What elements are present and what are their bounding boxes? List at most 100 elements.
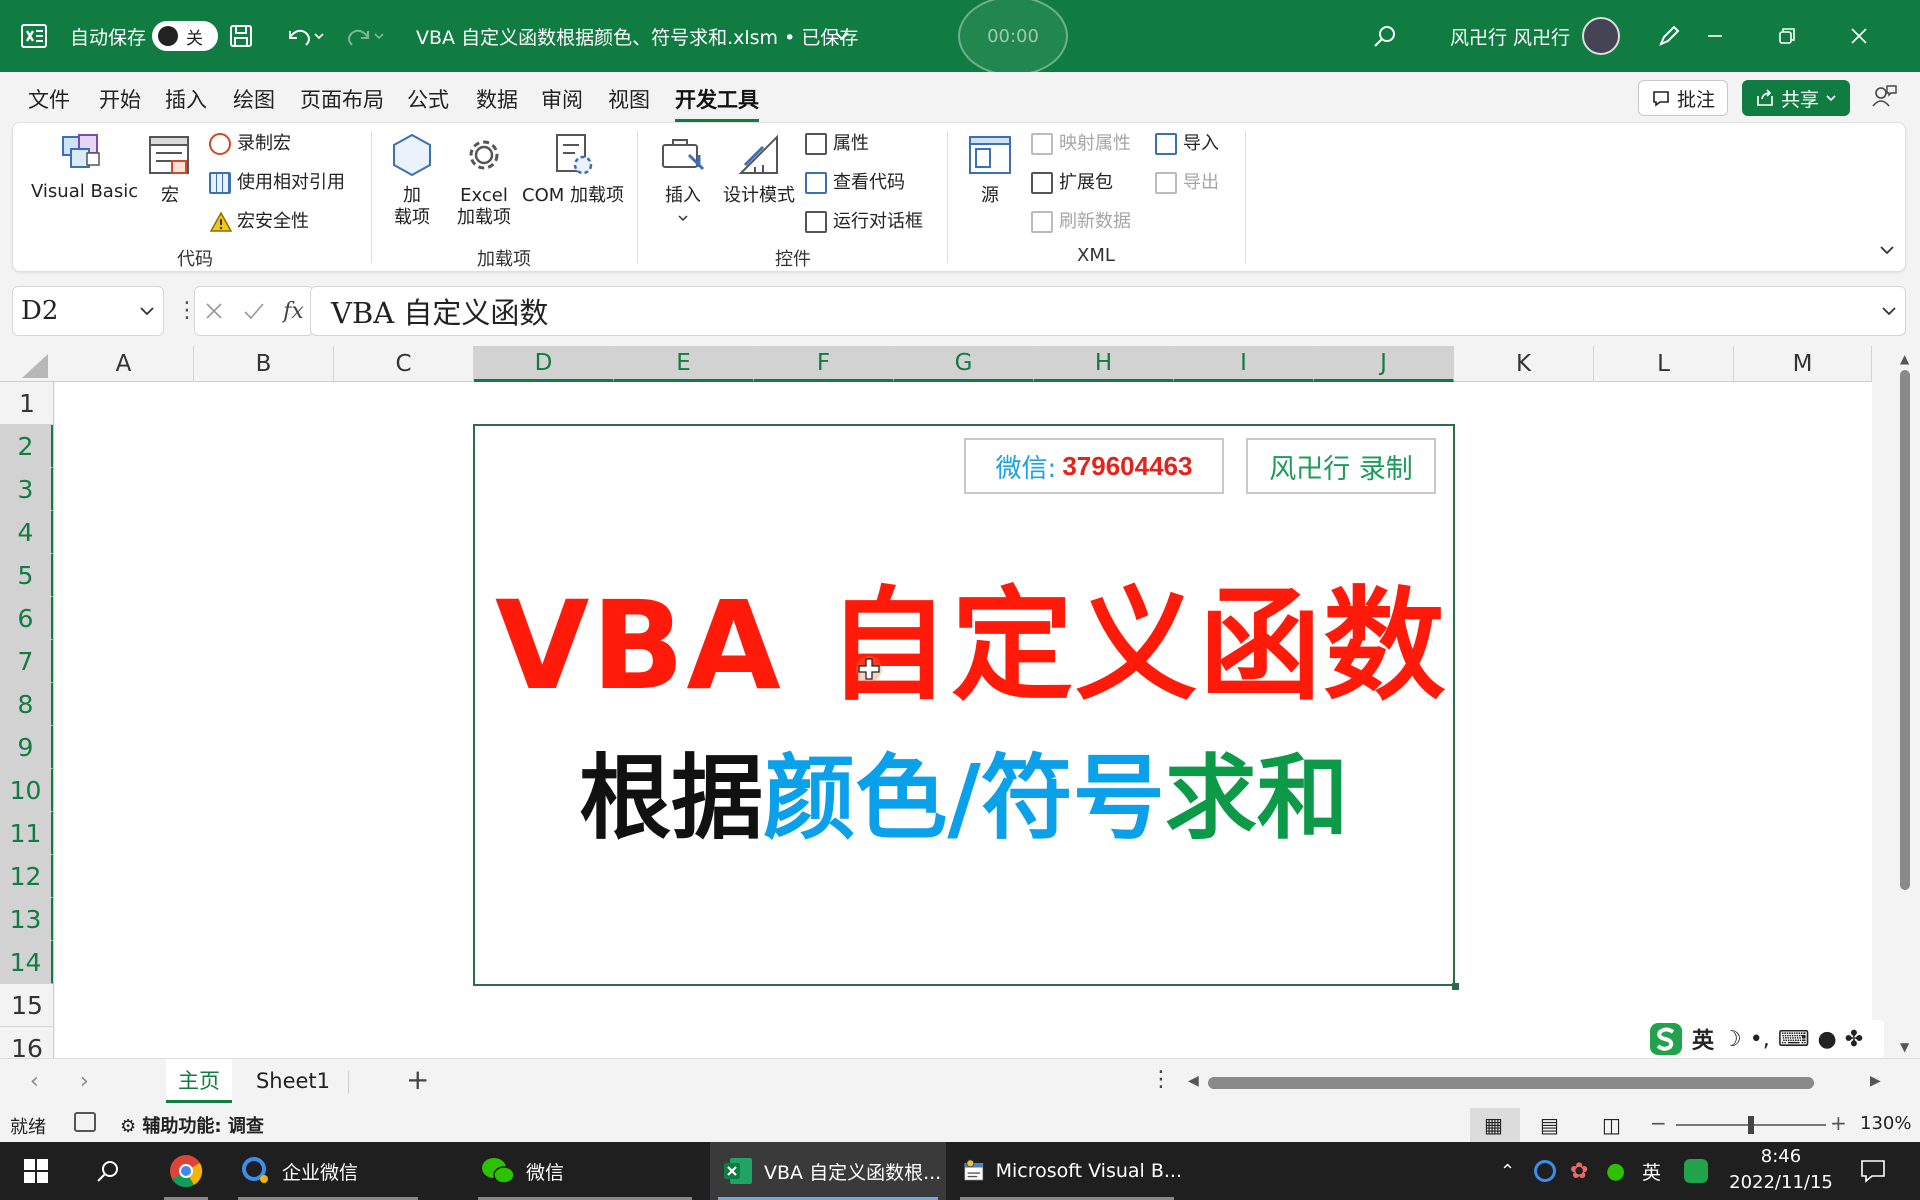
formula-input[interactable]: VBA 自定义函数 — [310, 286, 1906, 336]
map-properties-button[interactable]: 映射属性 — [1031, 133, 1131, 155]
horizontal-scroll-thumb[interactable] — [1208, 1077, 1814, 1089]
tab-view[interactable]: 视图 — [608, 84, 650, 114]
title-card[interactable]: 微信: 379604463 风卍行 录制 VBA 自定义函数 根据颜色/符号求和 — [473, 424, 1459, 990]
row-header[interactable]: 7 — [0, 640, 53, 683]
tab-insert[interactable]: 插入 — [165, 84, 207, 114]
ime-language[interactable]: 英 — [1692, 1023, 1714, 1055]
taskbar-wecom[interactable]: 企业微信 — [230, 1142, 426, 1200]
row-header[interactable]: 12 — [0, 855, 53, 898]
insert-control-button[interactable]: 插入 — [655, 131, 711, 229]
row-header[interactable]: 11 — [0, 812, 53, 855]
column-header[interactable]: E — [614, 346, 754, 382]
row-header[interactable]: 16 — [0, 1027, 53, 1059]
column-header[interactable]: J — [1314, 346, 1454, 382]
scroll-thumb[interactable] — [1900, 370, 1910, 890]
zoom-slider-thumb[interactable] — [1748, 1116, 1754, 1134]
row-header[interactable]: 15 — [0, 984, 53, 1027]
column-header[interactable]: F — [754, 346, 894, 382]
normal-view-button[interactable]: ▦ — [1470, 1108, 1520, 1142]
row-header[interactable]: 9 — [0, 726, 53, 769]
minimize-icon[interactable] — [1706, 0, 1776, 72]
page-layout-icon[interactable]: ▤ — [1540, 1113, 1559, 1137]
macro-button[interactable]: 宏 — [145, 131, 195, 207]
document-title[interactable]: VBA 自定义函数根据颜色、符号求和.xlsm • 已保存 — [416, 0, 858, 72]
restore-icon[interactable] — [1778, 0, 1848, 72]
collapse-ribbon-icon[interactable] — [1879, 241, 1895, 260]
vertical-scrollbar[interactable]: ▲ ▼ — [1890, 346, 1920, 1058]
avatar[interactable] — [1582, 17, 1620, 55]
chrome-icon[interactable] — [156, 1142, 216, 1200]
scroll-left-icon[interactable]: ◀ — [1188, 1073, 1199, 1089]
expand-formula-icon[interactable] — [1881, 305, 1897, 317]
close-icon[interactable] — [1850, 0, 1920, 72]
column-header[interactable]: C — [334, 346, 474, 382]
row-header[interactable]: 13 — [0, 898, 53, 941]
insert-function-icon[interactable]: fx — [283, 299, 304, 324]
share-button[interactable]: 共享 — [1742, 80, 1850, 116]
tab-formulas[interactable]: 公式 — [407, 84, 449, 114]
user-name[interactable]: 风卍行 风卍行 — [1450, 0, 1570, 72]
select-all-button[interactable] — [0, 346, 54, 382]
tray-language[interactable]: 英 — [1642, 1142, 1661, 1200]
row-header[interactable]: 14 — [0, 941, 53, 984]
macro-record-icon[interactable] — [74, 1112, 96, 1132]
tab-developer[interactable]: 开发工具 — [675, 84, 759, 122]
feedback-icon[interactable] — [1870, 82, 1898, 114]
tab-review[interactable]: 审阅 — [541, 84, 583, 114]
row-header[interactable]: 1 — [0, 382, 53, 425]
tab-draw[interactable]: 绘图 — [233, 84, 275, 114]
column-header[interactable]: H — [1034, 346, 1174, 382]
scroll-up-icon[interactable]: ▲ — [1900, 352, 1909, 366]
export-button[interactable]: 导出 — [1155, 172, 1219, 194]
redo-icon[interactable] — [344, 0, 384, 72]
ime-toolbar[interactable]: 英 ☽ •, ⌨ ● ✤ — [1644, 1020, 1884, 1058]
tab-file[interactable]: 文件 — [28, 84, 70, 114]
cancel-icon[interactable] — [204, 301, 224, 321]
notification-icon[interactable] — [1860, 1142, 1886, 1200]
moon-icon[interactable]: ☽ — [1722, 1027, 1742, 1052]
keyboard-icon[interactable]: ⌨ — [1778, 1027, 1810, 1052]
windows-icon[interactable] — [16, 1142, 56, 1200]
zoom-out-icon[interactable]: − — [1650, 1111, 1667, 1135]
refresh-data-button[interactable]: 刷新数据 — [1031, 211, 1131, 233]
row-header[interactable]: 2 — [0, 425, 53, 468]
scroll-right-icon[interactable]: ▶ — [1870, 1073, 1881, 1089]
view-code-button[interactable]: 查看代码 — [805, 172, 905, 194]
tab-data[interactable]: 数据 — [476, 84, 518, 114]
tab-page-layout[interactable]: 页面布局 — [300, 84, 384, 114]
properties-button[interactable]: 属性 — [805, 133, 869, 155]
macro-security-button[interactable]: 宏安全性 — [209, 211, 309, 233]
row-header[interactable]: 8 — [0, 683, 53, 726]
scroll-down-icon[interactable]: ▼ — [1900, 1040, 1909, 1054]
next-sheet-icon[interactable]: › — [80, 1069, 89, 1094]
autosave-toggle[interactable]: 关 — [152, 21, 218, 51]
clock[interactable]: 8:46 2022/11/15 — [1726, 1144, 1836, 1196]
add-sheet-icon[interactable]: + — [406, 1063, 429, 1096]
row-header[interactable]: 6 — [0, 597, 53, 640]
taskbar-search-icon[interactable] — [88, 1142, 128, 1200]
tray-wechat-icon[interactable]: ● — [1606, 1142, 1625, 1200]
sheet-tab[interactable]: Sheet1 — [246, 1059, 340, 1103]
more-icon[interactable]: ⋮ — [1150, 1067, 1172, 1092]
pen-icon[interactable] — [1656, 0, 1682, 72]
prev-sheet-icon[interactable]: ‹ — [30, 1069, 39, 1094]
tab-home[interactable]: 开始 — [99, 84, 141, 114]
row-header[interactable]: 4 — [0, 511, 53, 554]
column-header[interactable]: I — [1174, 346, 1314, 382]
undo-icon[interactable] — [284, 0, 324, 72]
name-box[interactable]: D2 — [12, 286, 164, 336]
check-icon[interactable] — [243, 301, 265, 321]
tray-flower-icon[interactable]: ✿ — [1570, 1142, 1588, 1200]
record-macro-button[interactable]: 录制宏 — [209, 133, 291, 155]
expansion-pack-button[interactable]: 扩展包 — [1031, 172, 1113, 194]
apps-icon[interactable]: ✤ — [1845, 1027, 1863, 1052]
chevron-down-icon[interactable] — [834, 0, 850, 72]
punctuation-icon[interactable]: •, — [1750, 1027, 1770, 1052]
tray-chevron-icon[interactable]: ⌃ — [1500, 1142, 1515, 1200]
relative-ref-button[interactable]: 使用相对引用 — [209, 172, 345, 194]
resize-handle[interactable] — [1452, 983, 1459, 990]
excel-addins-button[interactable]: Excel 加载项 — [449, 131, 519, 229]
search-icon[interactable] — [1372, 0, 1398, 72]
taskbar-vba-editor[interactable]: Microsoft Visual B... — [952, 1142, 1182, 1200]
tray-wecom-icon[interactable] — [1534, 1142, 1556, 1200]
